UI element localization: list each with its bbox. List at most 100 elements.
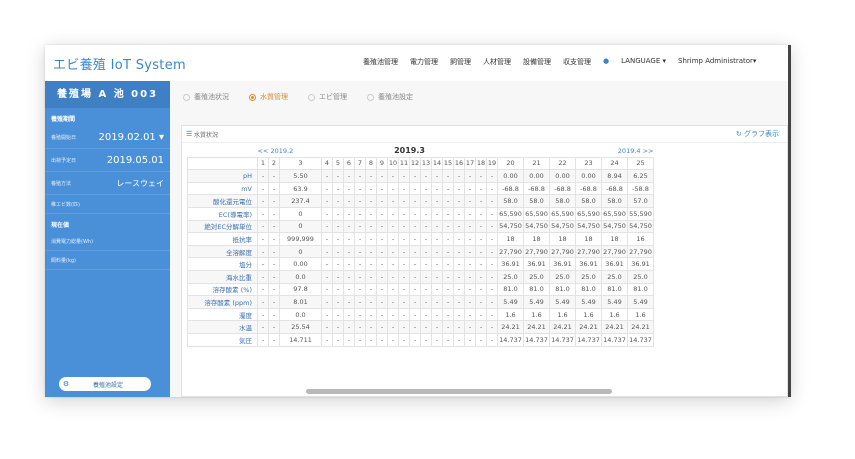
table-cell: 0.00 bbox=[549, 169, 576, 183]
prev-month-link[interactable]: << 2019.2 bbox=[257, 145, 322, 158]
graph-view-button[interactable]: ↻ グラフ表示 bbox=[736, 129, 779, 139]
top-header: エビ養殖 IoT System 養殖池管理 電力管理 飼管理 人材管理 設備管理… bbox=[45, 45, 790, 82]
table-cell: 24.21 bbox=[627, 320, 654, 334]
nav-equipment-management[interactable]: 設備管理 bbox=[523, 57, 551, 67]
table-cell: - bbox=[343, 282, 355, 297]
table-cell: - bbox=[398, 219, 410, 234]
table-cell: 58.0 bbox=[497, 194, 524, 208]
table-cell: 0.00 bbox=[523, 169, 550, 183]
nav-pond-management[interactable]: 養殖池管理 bbox=[363, 57, 398, 67]
table-cell: 24.21 bbox=[523, 320, 550, 334]
tab-water-quality[interactable]: 水質管理 bbox=[249, 92, 288, 102]
table-cell: 5.49 bbox=[497, 295, 524, 309]
table-cell: - bbox=[475, 219, 487, 234]
feed-label: 飼料量(kg) bbox=[51, 257, 76, 264]
start-date-row[interactable]: 養殖開始日 2019.02.01 ▾ bbox=[45, 126, 170, 149]
pond-settings-button[interactable]: ⚙ 養殖池設定 bbox=[59, 377, 151, 391]
app-title[interactable]: エビ養殖 IoT System bbox=[53, 54, 186, 73]
table-cell: - bbox=[453, 307, 465, 322]
table-cell: 36.91 bbox=[601, 257, 628, 271]
table-row: 酸化還元電位 - -237.4- - - - - - - - - - - - - - - -58.0 58.0 58.… bbox=[187, 194, 654, 208]
table-cell: 36.91 bbox=[497, 257, 524, 271]
table-cell: - bbox=[442, 257, 454, 271]
table-cell: - bbox=[376, 320, 388, 334]
row-label: 気圧 bbox=[187, 332, 258, 347]
table-cell: - bbox=[365, 232, 377, 246]
table-cell: - bbox=[387, 194, 399, 208]
table-cell: - bbox=[398, 269, 410, 284]
start-date-value[interactable]: 2019.02.01 ▾ bbox=[99, 132, 164, 143]
tab-shrimp[interactable]: エビ管理 bbox=[308, 92, 347, 102]
table-cell: 999,999 bbox=[279, 232, 322, 246]
table-cell: - bbox=[453, 332, 465, 347]
table-cell: - bbox=[464, 320, 476, 334]
table-cell: - bbox=[398, 257, 410, 271]
table-cell: - bbox=[431, 295, 443, 309]
table-cell: - bbox=[365, 269, 377, 284]
table-cell: - bbox=[268, 257, 280, 271]
table-cell: -68.8 bbox=[549, 181, 576, 196]
user-menu[interactable]: Shrimp Administrator▾ bbox=[678, 57, 756, 67]
tab-pond-status[interactable]: 養殖池状況 bbox=[183, 92, 229, 102]
table-cell: - bbox=[387, 169, 399, 183]
nav-power-management[interactable]: 電力管理 bbox=[410, 57, 438, 67]
table-cell: - bbox=[332, 332, 344, 347]
row-label: EC(導電率) bbox=[187, 206, 258, 221]
table-cell: - bbox=[431, 269, 443, 284]
table-cell: - bbox=[354, 206, 366, 221]
nav-feed-management[interactable]: 飼管理 bbox=[450, 57, 471, 67]
table-cell: - bbox=[475, 244, 487, 259]
horizontal-scrollbar[interactable] bbox=[181, 388, 786, 395]
table-cell: 0 bbox=[279, 206, 322, 221]
table-cell: - bbox=[376, 269, 388, 284]
table-cell: - bbox=[387, 307, 399, 322]
table-cell: 1.6 bbox=[575, 307, 602, 322]
day-header: 19 bbox=[486, 156, 498, 171]
table-cell: - bbox=[475, 206, 487, 221]
day-header: 4 bbox=[321, 156, 333, 171]
table-cell: - bbox=[376, 169, 388, 183]
nav-staff-management[interactable]: 人材管理 bbox=[483, 57, 511, 67]
table-cell: 63.9 bbox=[279, 181, 322, 196]
table-cell: 1.6 bbox=[523, 307, 550, 322]
table-cell: - bbox=[321, 295, 333, 309]
table-cell: - bbox=[464, 219, 476, 234]
table-cell: - bbox=[332, 257, 344, 271]
table-cell: - bbox=[420, 244, 432, 259]
table-cell: - bbox=[398, 320, 410, 334]
day-header: 6 bbox=[343, 156, 355, 171]
table-cell: - bbox=[442, 269, 454, 284]
table-cell: - bbox=[398, 232, 410, 246]
graph-view-label: グラフ表示 bbox=[744, 130, 779, 138]
section-current-values: 現在値 bbox=[51, 222, 70, 229]
table-cell: - bbox=[343, 232, 355, 246]
table-cell: 0.0 bbox=[279, 269, 322, 284]
table-cell: - bbox=[332, 169, 344, 183]
tab-pond-settings[interactable]: 養殖池設定 bbox=[367, 92, 413, 102]
table-cell: - bbox=[486, 169, 498, 183]
language-dropdown[interactable]: LANGUAGE ▾ bbox=[621, 57, 666, 67]
table-cell: - bbox=[453, 295, 465, 309]
table-cell: 14.737 bbox=[497, 332, 524, 347]
next-month-link[interactable]: 2019.4 >> bbox=[497, 145, 654, 158]
table-cell: 0 bbox=[279, 219, 322, 234]
day-header: 17 bbox=[464, 156, 476, 171]
panel-title: 水質状況 bbox=[194, 132, 219, 139]
table-cell: - bbox=[464, 194, 476, 208]
table-cell: 81.0 bbox=[523, 282, 550, 297]
table-cell: - bbox=[420, 232, 432, 246]
table-cell: 8.01 bbox=[279, 295, 322, 309]
table-cell: - bbox=[442, 307, 454, 322]
table-cell: - bbox=[257, 282, 269, 297]
table-cell: - bbox=[409, 181, 421, 196]
nav-finance-management[interactable]: 収支管理 bbox=[563, 57, 591, 67]
table-cell: - bbox=[420, 320, 432, 334]
table-cell: 54,750 bbox=[523, 219, 550, 234]
shrimp-count-row: 稚エビ数(匹) bbox=[45, 195, 170, 214]
table-cell: 54,750 bbox=[627, 219, 654, 234]
scrollbar-thumb[interactable] bbox=[306, 389, 612, 394]
table-cell: - bbox=[354, 232, 366, 246]
table-cell: - bbox=[257, 232, 269, 246]
table-cell: - bbox=[343, 332, 355, 347]
table-cell: 18 bbox=[549, 232, 576, 246]
